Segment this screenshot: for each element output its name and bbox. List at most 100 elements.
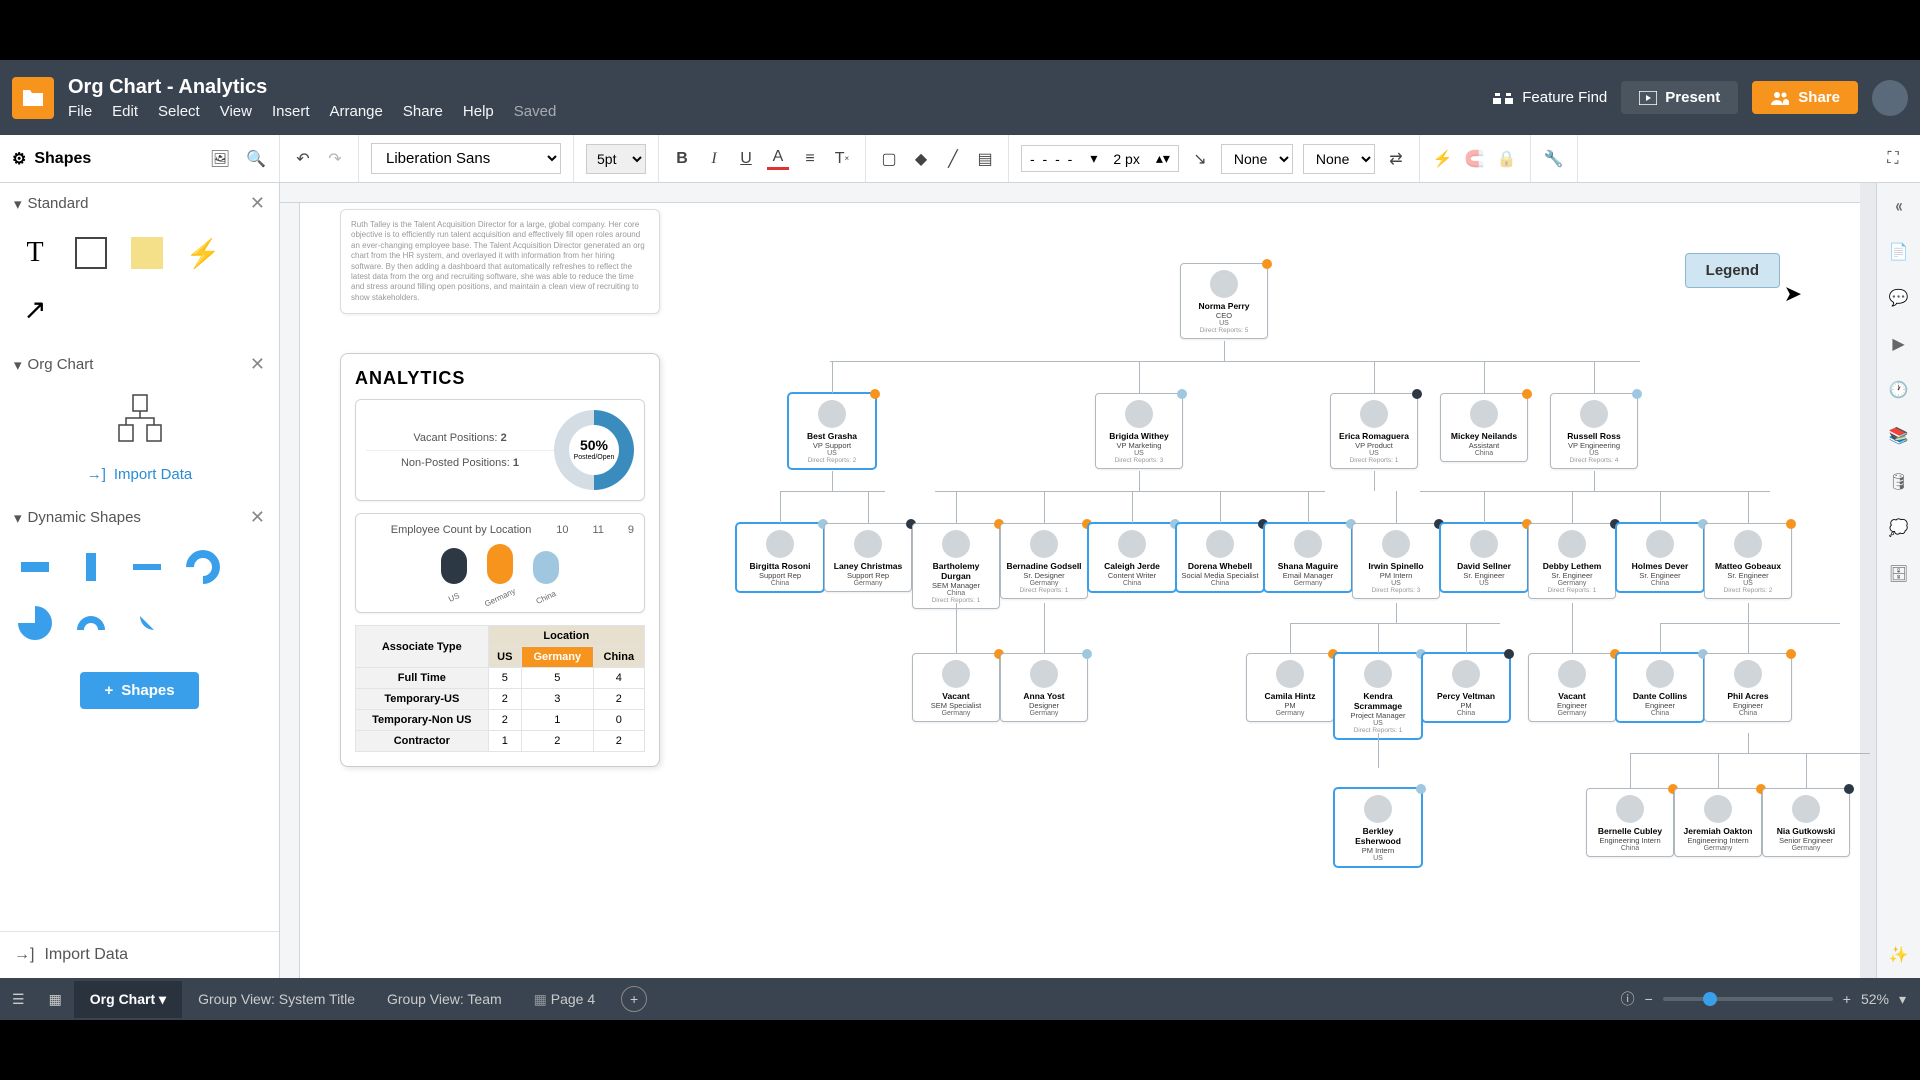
text-color-button[interactable]: A	[767, 148, 789, 170]
folder-icon[interactable]	[12, 77, 54, 119]
image-icon[interactable]: 🖼	[209, 148, 231, 170]
org-node[interactable]: Matteo Gobeaux Sr. Engineer US Direct Re…	[1704, 523, 1792, 599]
org-node[interactable]: David Sellner Sr. Engineer US	[1440, 523, 1528, 592]
menu-edit[interactable]: Edit	[112, 103, 138, 120]
search-icon[interactable]: 🔍	[245, 148, 267, 170]
dynamic-shapes-panel-header[interactable]: ▾Dynamic Shapes ✕	[0, 497, 279, 538]
italic-button[interactable]: I	[703, 148, 725, 170]
org-node[interactable]: Russell Ross VP Engineering US Direct Re…	[1550, 393, 1638, 469]
org-node[interactable]: Caleigh Jerde Content Writer China	[1088, 523, 1176, 592]
menu-insert[interactable]: Insert	[272, 103, 310, 120]
bar-h-shape[interactable]	[14, 546, 56, 588]
database-icon[interactable]: 🗄	[1886, 561, 1912, 587]
data-icon[interactable]: 🛢	[1886, 469, 1912, 495]
org-node[interactable]: Debby Lethem Sr. Engineer Germany Direct…	[1528, 523, 1616, 599]
feature-find-button[interactable]: Feature Find	[1492, 89, 1607, 106]
bar-v-shape[interactable]	[70, 546, 112, 588]
menu-view[interactable]: View	[220, 103, 252, 120]
align-button[interactable]: ≡	[799, 148, 821, 170]
close-icon[interactable]: ✕	[250, 507, 265, 528]
chat-icon[interactable]: 💭	[1886, 515, 1912, 541]
user-avatar[interactable]	[1872, 80, 1908, 116]
arrow-start-select[interactable]: None	[1221, 144, 1293, 174]
share-button[interactable]: Share	[1752, 81, 1858, 114]
zoom-slider[interactable]	[1663, 997, 1833, 1001]
line-button[interactable]: ╱	[942, 148, 964, 170]
standard-panel-header[interactable]: ▾Standard ✕	[0, 183, 279, 224]
wedge-shape[interactable]	[126, 602, 168, 644]
layers-icon[interactable]: 📚	[1886, 423, 1912, 449]
font-size-select[interactable]: 5pt	[586, 144, 646, 174]
canvas-area[interactable]: Ruth Talley is the Talent Acquisition Di…	[280, 183, 1876, 978]
org-node[interactable]: Jeremiah Oakton Engineering Intern Germa…	[1674, 788, 1762, 857]
grid-view-icon[interactable]: ▦	[37, 991, 74, 1008]
menu-select[interactable]: Select	[158, 103, 200, 120]
zoom-out-button[interactable]: −	[1645, 991, 1653, 1007]
analytics-panel[interactable]: ANALYTICS Vacant Positions: 2 Non-Posted…	[340, 353, 660, 767]
bold-button[interactable]: B	[671, 148, 693, 170]
tab-group-team[interactable]: Group View: Team	[371, 981, 518, 1017]
menu-help[interactable]: Help	[463, 103, 494, 120]
org-node[interactable]: Best Grasha VP Support US Direct Reports…	[788, 393, 876, 469]
org-node[interactable]: Bartholemy Durgan SEM Manager China Dire…	[912, 523, 1000, 609]
shape-options-button[interactable]: ▤	[974, 148, 996, 170]
wrench-icon[interactable]: 🔧	[1543, 148, 1565, 170]
fill-button[interactable]: ◆	[910, 148, 932, 170]
org-chart-shape-icon[interactable]	[111, 393, 169, 443]
undo-button[interactable]: ↶	[292, 148, 314, 170]
info-icon[interactable]: ⓘ	[1621, 989, 1635, 1009]
lock-icon[interactable]: 🔒	[1496, 148, 1518, 170]
org-node[interactable]: Shana Maguire Email Manager Germany	[1264, 523, 1352, 592]
arrow-shape[interactable]: ↗	[14, 288, 56, 330]
magnet-icon[interactable]: 🧲	[1464, 148, 1486, 170]
list-view-icon[interactable]: ☰	[0, 991, 37, 1008]
org-node[interactable]: Laney Christmas Support Rep Germany	[824, 523, 912, 592]
history-icon[interactable]: 🕐	[1886, 377, 1912, 403]
org-node[interactable]: Mickey Neilands Assistant China	[1440, 393, 1528, 462]
donut-shape-icon[interactable]	[182, 546, 224, 588]
orgchart-panel-header[interactable]: ▾Org Chart ✕	[0, 344, 279, 385]
pie-shape-icon[interactable]	[14, 602, 56, 644]
org-node[interactable]: Anna Yost Designer Germany	[1000, 653, 1088, 722]
connector-button[interactable]: ↘	[1189, 148, 1211, 170]
collapse-rail-button[interactable]: «	[1889, 193, 1907, 219]
menu-share[interactable]: Share	[403, 103, 443, 120]
rectangle-shape[interactable]	[70, 232, 112, 274]
close-icon[interactable]: ✕	[250, 193, 265, 214]
import-data-bottom[interactable]: →] Import Data	[0, 931, 279, 978]
legend-button[interactable]: Legend	[1685, 253, 1780, 288]
document-title[interactable]: Org Chart - Analytics	[68, 76, 1492, 99]
org-node[interactable]: Percy Veltman PM China	[1422, 653, 1510, 722]
org-node[interactable]: Erica Romaguera VP Product US Direct Rep…	[1330, 393, 1418, 469]
org-node[interactable]: Vacant Engineer Germany	[1528, 653, 1616, 722]
org-node[interactable]: Norma Perry CEO US Direct Reports: 5	[1180, 263, 1268, 339]
flash-icon[interactable]: ⚡	[1432, 148, 1454, 170]
present-button[interactable]: Present	[1621, 81, 1738, 114]
text-format-button[interactable]: T×	[831, 148, 853, 170]
zoom-in-button[interactable]: +	[1843, 991, 1851, 1007]
org-node[interactable]: Bernelle Cubley Engineering Intern China	[1586, 788, 1674, 857]
org-node[interactable]: Berkley Esherwood PM Intern US	[1334, 788, 1422, 867]
tab-org-chart[interactable]: Org Chart ▾	[74, 981, 182, 1018]
zoom-level[interactable]: 52%	[1861, 991, 1889, 1007]
org-node[interactable]: Nia Gutkowski Senior Engineer Germany	[1762, 788, 1850, 857]
magic-icon[interactable]: ✨	[1886, 942, 1912, 968]
line-style-select[interactable]: - - - -▾ 2 px▴▾	[1021, 145, 1179, 172]
text-shape[interactable]: T	[14, 232, 56, 274]
org-node[interactable]: Brigida Withey VP Marketing US Direct Re…	[1095, 393, 1183, 469]
comment-icon[interactable]: 💬	[1886, 285, 1912, 311]
org-node[interactable]: Vacant SEM Specialist Germany	[912, 653, 1000, 722]
org-node[interactable]: Camila Hintz PM Germany	[1246, 653, 1334, 722]
org-node[interactable]: Kendra Scrammage Project Manager US Dire…	[1334, 653, 1422, 739]
org-node[interactable]: Birgitta Rosoni Support Rep China	[736, 523, 824, 592]
arrow-end-select[interactable]: None	[1303, 144, 1375, 174]
font-family-select[interactable]: Liberation Sans	[371, 143, 561, 174]
bolt-shape[interactable]: ⚡	[182, 232, 224, 274]
fullscreen-button[interactable]: ⛶	[1882, 148, 1904, 170]
shape-style-button[interactable]: ▢	[878, 148, 900, 170]
shapes-panel-toggle[interactable]: ⚙ Shapes	[12, 149, 91, 169]
tab-page-4[interactable]: ▦ Page 4	[518, 981, 612, 1018]
org-node[interactable]: Dorena Whebell Social Media Specialist C…	[1176, 523, 1264, 592]
tab-group-system[interactable]: Group View: System Title	[182, 981, 371, 1017]
arc-shape[interactable]	[70, 602, 112, 644]
